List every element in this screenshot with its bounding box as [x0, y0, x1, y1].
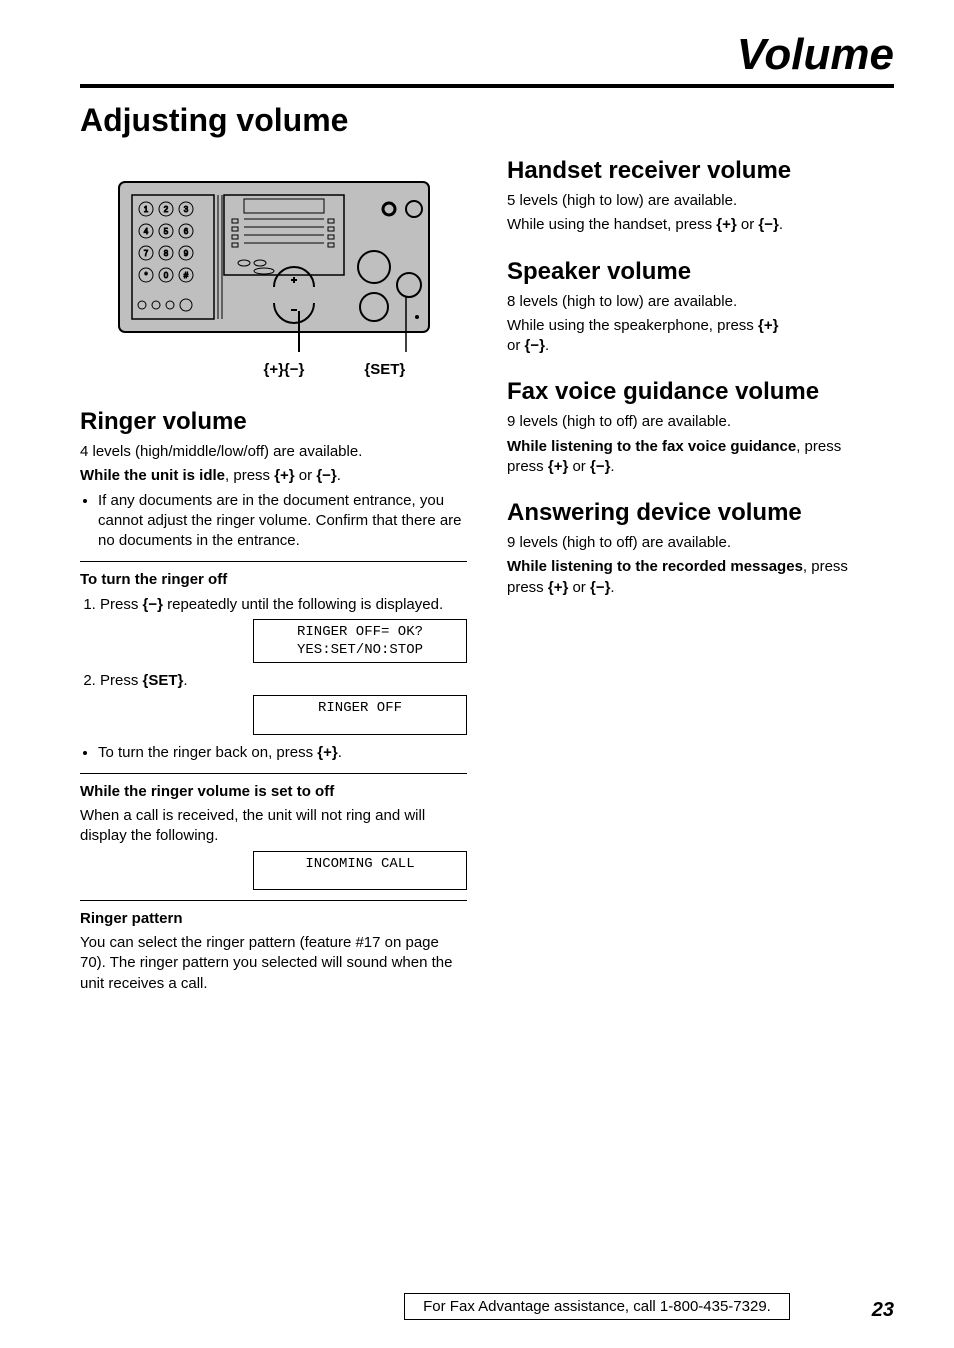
device-illustration: 1 2 3 4 5 6 7 8 9 * 0 # — [80, 177, 467, 378]
svg-text:*: * — [144, 271, 147, 280]
while-off-para: When a call is received, the unit will n… — [80, 806, 467, 847]
ringer-back-on: To turn the ringer back on, press {+}. — [98, 743, 467, 763]
plus-key: {+} — [274, 467, 294, 484]
step-1: Press {−} repeatedly until the following… — [100, 595, 467, 664]
top-rule — [80, 84, 894, 88]
minus-key: {−} — [316, 467, 336, 484]
fax-machine-svg: 1 2 3 4 5 6 7 8 9 * 0 # — [114, 177, 434, 357]
ringer-pattern-heading: Ringer pattern — [80, 909, 467, 929]
lcd-display-1: RINGER OFF= OK? YES:SET/NO:STOP — [253, 619, 467, 663]
ans-line2: While listening to the recorded messages… — [507, 557, 894, 598]
ringer-levels-text: 4 levels (high/middle/low/off) are avail… — [80, 442, 467, 462]
adjusting-volume-heading: Adjusting volume — [80, 102, 894, 139]
footer: For Fax Advantage assistance, call 1-800… — [0, 1293, 954, 1320]
plus-key-3: {+} — [716, 216, 736, 233]
minus-key-2: {−} — [143, 596, 163, 613]
minus-key-3: {−} — [758, 216, 778, 233]
ringer-idle-text: While the unit is idle, press {+} or {−}… — [80, 466, 467, 486]
while-off-heading: While the ringer volume is set to off — [80, 782, 467, 802]
plus-minus-label: {+}{−} — [264, 361, 305, 378]
speaker-line1: 8 levels (high to low) are available. — [507, 292, 894, 312]
svg-text:3: 3 — [183, 205, 188, 214]
svg-text:4: 4 — [143, 227, 148, 236]
turn-ringer-off-heading: To turn the ringer off — [80, 570, 467, 590]
right-column: Handset receiver volume 5 levels (high t… — [507, 157, 894, 998]
ringer-pattern-para: You can select the ringer pattern (featu… — [80, 933, 467, 994]
svg-text:#: # — [183, 271, 188, 280]
minus-key-6: {−} — [590, 579, 610, 596]
plus-key-6: {+} — [548, 579, 568, 596]
lcd-display-3: INCOMING CALL — [253, 851, 467, 890]
speaker-heading: Speaker volume — [507, 258, 894, 286]
fax-heading: Fax voice guidance volume — [507, 378, 894, 406]
divider-1 — [80, 561, 467, 562]
device-button-labels: {+}{−} {SET} — [114, 361, 434, 378]
fax-section: Fax voice guidance volume 9 levels (high… — [507, 378, 894, 477]
svg-text:9: 9 — [183, 249, 188, 258]
svg-text:5: 5 — [163, 227, 168, 236]
ans-line1: 9 levels (high to off) are available. — [507, 533, 894, 553]
ringer-volume-heading: Ringer volume — [80, 408, 467, 436]
lcd-display-2: RINGER OFF — [253, 695, 467, 734]
speaker-line2: While using the speakerphone, press {+} … — [507, 316, 894, 357]
fax-line1: 9 levels (high to off) are available. — [507, 412, 894, 432]
svg-text:6: 6 — [183, 227, 188, 236]
set-key: {SET} — [143, 672, 184, 689]
ans-section: Answering device volume 9 levels (high t… — [507, 499, 894, 598]
handset-line2: While using the handset, press {+} or {−… — [507, 215, 894, 235]
divider-2 — [80, 773, 467, 774]
minus-key-5: {−} — [590, 458, 610, 475]
svg-text:0: 0 — [163, 271, 168, 280]
svg-text:7: 7 — [143, 249, 148, 258]
divider-3 — [80, 900, 467, 901]
svg-text:1: 1 — [143, 205, 148, 214]
ringer-note: If any documents are in the document ent… — [98, 491, 467, 552]
plus-key-4: {+} — [758, 317, 778, 334]
left-column: 1 2 3 4 5 6 7 8 9 * 0 # — [80, 157, 467, 998]
svg-text:8: 8 — [163, 249, 168, 258]
handset-line1: 5 levels (high to low) are available. — [507, 191, 894, 211]
svg-text:2: 2 — [163, 205, 168, 214]
page: Volume Adjusting volume 1 2 3 4 5 — [0, 0, 954, 1348]
step-2: Press {SET}. RINGER OFF — [100, 671, 467, 734]
footer-box: For Fax Advantage assistance, call 1-800… — [404, 1293, 790, 1320]
ringer-back-on-list: To turn the ringer back on, press {+}. — [80, 743, 467, 763]
fax-line2: While listening to the fax voice guidanc… — [507, 437, 894, 478]
volume-title: Volume — [80, 30, 894, 80]
while-idle: While the unit is idle — [80, 467, 225, 484]
columns: 1 2 3 4 5 6 7 8 9 * 0 # — [80, 157, 894, 998]
set-label: {SET} — [364, 361, 405, 378]
plus-key-2: {+} — [317, 744, 337, 761]
handset-section: Handset receiver volume 5 levels (high t… — [507, 157, 894, 236]
handset-heading: Handset receiver volume — [507, 157, 894, 185]
ringer-note-list: If any documents are in the document ent… — [80, 491, 467, 552]
plus-key-5: {+} — [548, 458, 568, 475]
page-number: 23 — [872, 1299, 894, 1322]
ringer-off-steps: Press {−} repeatedly until the following… — [80, 595, 467, 735]
minus-key-4: {−} — [525, 337, 545, 354]
speaker-section: Speaker volume 8 levels (high to low) ar… — [507, 258, 894, 357]
ans-heading: Answering device volume — [507, 499, 894, 527]
